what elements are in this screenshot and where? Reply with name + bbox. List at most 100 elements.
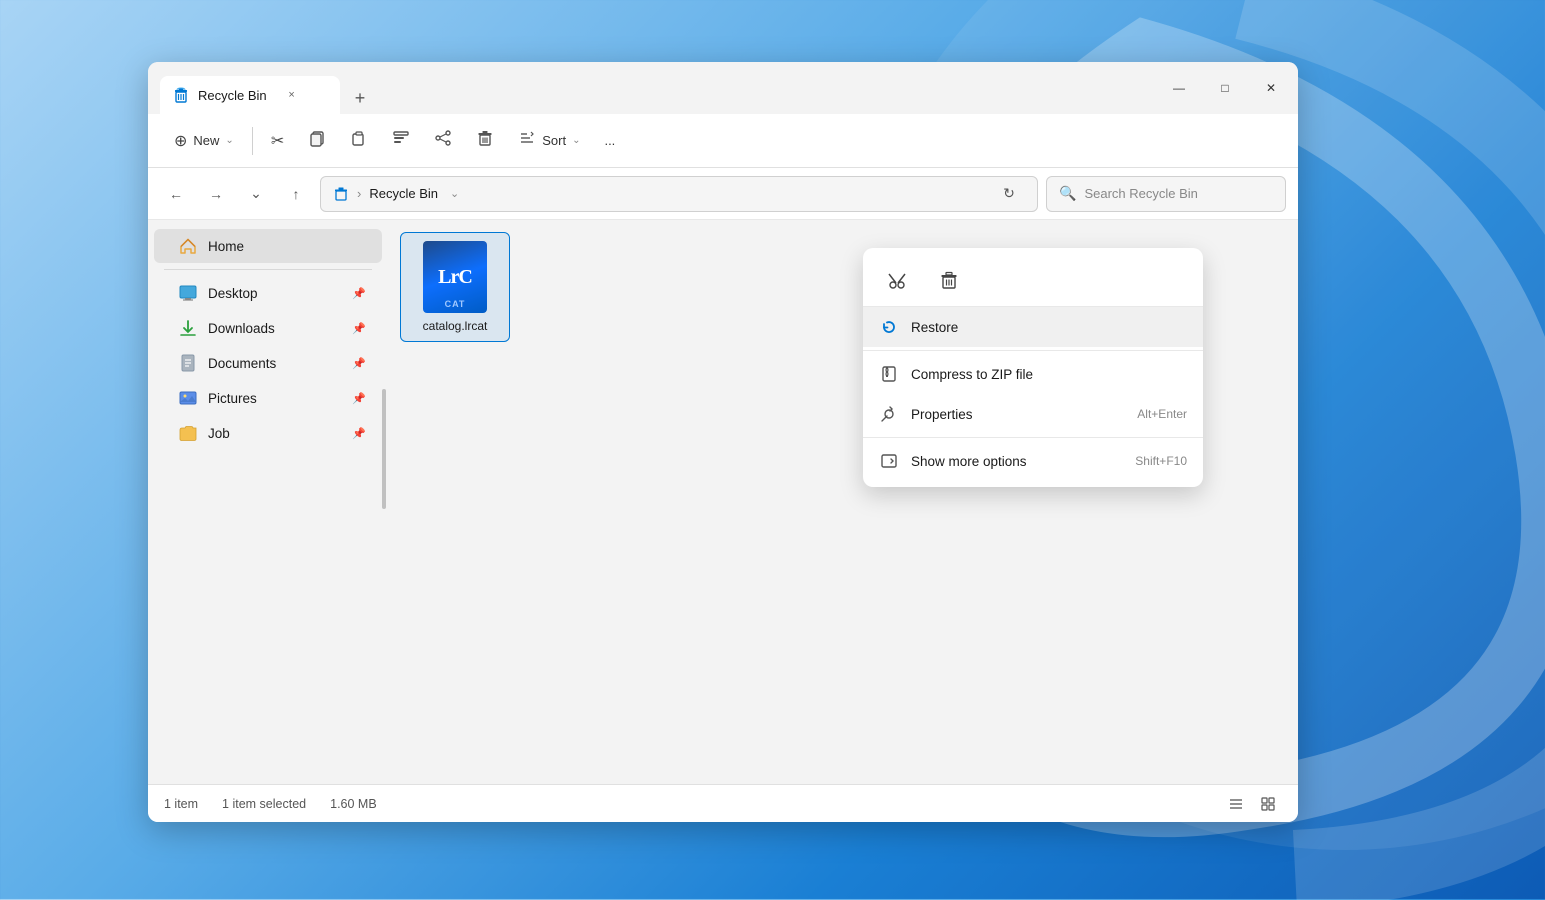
status-item-count: 1 item [164, 797, 198, 811]
new-chevron: ⌄ [225, 135, 233, 146]
lrc-badge: CAT [445, 299, 466, 309]
downloads-icon [178, 318, 198, 338]
search-placeholder: Search Recycle Bin [1084, 186, 1197, 201]
sidebar-item-pictures-label: Pictures [208, 391, 342, 406]
close-button[interactable]: ✕ [1248, 72, 1294, 104]
toolbar: ⊕ New ⌄ ✂ [148, 114, 1298, 168]
grid-view-button[interactable] [1254, 790, 1282, 818]
forward-button[interactable]: → [200, 178, 232, 210]
maximize-button[interactable]: □ [1202, 72, 1248, 104]
ctx-properties-label: Properties [911, 407, 1125, 422]
ctx-restore-label: Restore [911, 320, 1187, 335]
minimize-button[interactable]: — [1156, 72, 1202, 104]
ctx-restore-item[interactable]: Restore [863, 307, 1203, 347]
more-options-icon [879, 451, 899, 471]
sidebar-item-pictures[interactable]: Pictures 📌 [154, 381, 382, 415]
properties-icon [879, 404, 899, 424]
toolbar-separator-1 [252, 127, 253, 155]
new-button[interactable]: ⊕ New ⌄ [164, 125, 244, 157]
documents-icon [178, 353, 198, 373]
title-bar: Recycle Bin × + — □ ✕ [148, 62, 1298, 114]
file-item-catalog[interactable]: LrC CAT catalog.lrcat [400, 232, 510, 342]
delete-icon [476, 129, 494, 152]
sidebar-item-documents[interactable]: Documents 📌 [154, 346, 382, 380]
ctx-zip-label: Compress to ZIP file [911, 367, 1187, 382]
file-thumbnail: LrC CAT [419, 241, 491, 313]
sidebar: Home Desktop 📌 [148, 220, 388, 784]
documents-pin-icon: 📌 [352, 357, 366, 370]
cut-icon: ✂ [271, 131, 284, 151]
address-recycle-icon [333, 186, 349, 202]
window-controls: — □ ✕ [1156, 62, 1298, 114]
sidebar-item-job[interactable]: Job 📌 [154, 416, 382, 450]
paste-icon [350, 129, 368, 152]
context-menu: Restore Compre [863, 248, 1203, 487]
sort-button[interactable]: Sort ⌄ [508, 123, 590, 158]
ctx-more-options-shortcut: Shift+F10 [1135, 454, 1187, 468]
ctx-delete-button[interactable] [931, 262, 967, 298]
lrc-text: LrC [438, 266, 472, 289]
ctx-properties-item[interactable]: Properties Alt+Enter [863, 394, 1203, 434]
sidebar-scrollbar[interactable] [382, 389, 386, 509]
sidebar-item-desktop[interactable]: Desktop 📌 [154, 276, 382, 310]
status-size: 1.60 MB [330, 797, 377, 811]
address-box[interactable]: › Recycle Bin ⌄ ↻ [320, 176, 1038, 212]
list-view-button[interactable] [1222, 790, 1250, 818]
sidebar-item-desktop-label: Desktop [208, 286, 342, 301]
sidebar-item-documents-label: Documents [208, 356, 342, 371]
sidebar-item-home[interactable]: Home [154, 229, 382, 263]
delete-button[interactable] [466, 123, 504, 158]
new-tab-button[interactable]: + [344, 82, 376, 114]
ctx-divider-1 [863, 350, 1203, 351]
refresh-button[interactable]: ↻ [993, 178, 1025, 210]
address-chevron: ⌄ [450, 187, 459, 200]
back-button[interactable]: ← [160, 178, 192, 210]
tab-recycle-bin[interactable]: Recycle Bin × [160, 76, 340, 114]
more-options-button[interactable]: ... [594, 127, 625, 154]
ctx-cut-button[interactable] [879, 262, 915, 298]
share-icon [434, 129, 452, 152]
desktop-icon [178, 283, 198, 303]
sort-chevron: ⌄ [572, 135, 580, 146]
tab-close-button[interactable]: × [283, 86, 301, 104]
recent-locations-button[interactable]: ⌄ [240, 178, 272, 210]
search-box[interactable]: 🔍 Search Recycle Bin [1046, 176, 1286, 212]
cut-button[interactable]: ✂ [261, 125, 294, 157]
restore-icon [879, 317, 899, 337]
zip-icon [879, 364, 899, 384]
job-pin-icon: 📌 [352, 427, 366, 440]
copy-icon [308, 129, 326, 152]
copy-button[interactable] [298, 123, 336, 158]
share-button[interactable] [424, 123, 462, 158]
tab-title: Recycle Bin [198, 88, 267, 103]
pictures-icon [178, 388, 198, 408]
sidebar-item-downloads[interactable]: Downloads 📌 [154, 311, 382, 345]
rename-button[interactable] [382, 123, 420, 158]
new-icon: ⊕ [174, 131, 187, 151]
file-name: catalog.lrcat [423, 319, 488, 333]
sidebar-item-job-label: Job [208, 426, 342, 441]
job-folder-icon [178, 423, 198, 443]
paste-button[interactable] [340, 123, 378, 158]
up-button[interactable]: ↑ [280, 178, 312, 210]
ctx-more-options-label: Show more options [911, 454, 1123, 469]
downloads-pin-icon: 📌 [352, 322, 366, 335]
file-area: LrC CAT catalog.lrcat [388, 220, 1298, 784]
home-icon [178, 236, 198, 256]
search-icon: 🔍 [1059, 185, 1076, 202]
status-bar: 1 item 1 item selected 1.60 MB [148, 784, 1298, 822]
sidebar-item-downloads-label: Downloads [208, 321, 342, 336]
view-toggle [1222, 790, 1282, 818]
pictures-pin-icon: 📌 [352, 392, 366, 405]
address-bar-row: ← → ⌄ ↑ › Recycle Bin ⌄ ↻ 🔍 Search Recyc… [148, 168, 1298, 220]
ctx-divider-2 [863, 437, 1203, 438]
explorer-window: Recycle Bin × + — □ ✕ ⊕ New ⌄ ✂ [148, 62, 1298, 822]
ctx-more-options-item[interactable]: Show more options Shift+F10 [863, 441, 1203, 481]
sidebar-item-home-label: Home [208, 239, 366, 254]
main-area: Home Desktop 📌 [148, 220, 1298, 784]
address-location: Recycle Bin [369, 186, 438, 201]
address-separator: › [357, 186, 361, 201]
rename-icon [392, 129, 410, 152]
lrc-file-icon: LrC CAT [423, 241, 487, 313]
ctx-zip-item[interactable]: Compress to ZIP file [863, 354, 1203, 394]
